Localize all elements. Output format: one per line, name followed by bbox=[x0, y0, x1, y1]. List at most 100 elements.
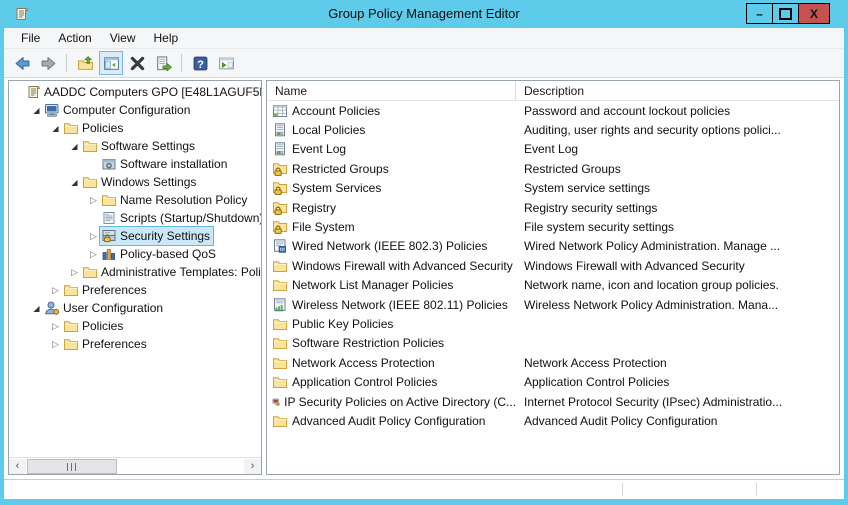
list-item-network-access-protection[interactable]: Network Access ProtectionNetwork Access … bbox=[267, 353, 839, 372]
list-item-name-cell[interactable]: Network List Manager Policies bbox=[267, 277, 516, 293]
list-item-restricted-groups[interactable]: Restricted GroupsRestricted Groups bbox=[267, 159, 839, 178]
list-item-public-key-policies[interactable]: Public Key Policies bbox=[267, 314, 839, 333]
tree-item-computer-configuration[interactable]: ◢Computer Configuration bbox=[9, 101, 261, 119]
tree-item-windows-settings[interactable]: ◢Windows Settings bbox=[9, 173, 261, 191]
list-item-ip-security-policies-on-active-directory-c[interactable]: IP Security Policies on Active Directory… bbox=[267, 392, 839, 411]
up-one-level-button[interactable] bbox=[73, 51, 97, 75]
list-item-windows-firewall-with-advanced-security[interactable]: Windows Firewall with Advanced SecurityW… bbox=[267, 256, 839, 275]
list-item-name-cell[interactable]: File System bbox=[267, 219, 516, 235]
expander-collapsed-icon[interactable]: ▷ bbox=[49, 321, 62, 332]
back-button[interactable] bbox=[10, 51, 34, 75]
list-item-name-cell[interactable]: Application Control Policies bbox=[267, 374, 516, 390]
tree-item-content[interactable]: Software Settings bbox=[81, 137, 198, 155]
list-item-file-system[interactable]: File SystemFile system security settings bbox=[267, 217, 839, 236]
list-item-account-policies[interactable]: Account PoliciesPassword and account loc… bbox=[267, 101, 839, 120]
list-item-advanced-audit-policy-configuration[interactable]: Advanced Audit Policy ConfigurationAdvan… bbox=[267, 411, 839, 430]
menu-file[interactable]: File bbox=[12, 29, 49, 47]
tree-item-policy-based-qos[interactable]: ▷Policy-based QoS bbox=[9, 245, 261, 263]
close-button[interactable]: X bbox=[798, 3, 830, 24]
list-item-wireless-network-ieee-802-11-policies[interactable]: Wireless Network (IEEE 802.11) PoliciesW… bbox=[267, 295, 839, 314]
expander-expanded-icon[interactable]: ◢ bbox=[68, 142, 81, 151]
list-item-application-control-policies[interactable]: Application Control PoliciesApplication … bbox=[267, 372, 839, 391]
list-item-name-cell[interactable]: Local Policies bbox=[267, 122, 516, 138]
tree-horizontal-scrollbar[interactable]: ‹ › bbox=[9, 457, 261, 474]
export-list-button[interactable] bbox=[151, 51, 175, 75]
menu-help[interactable]: Help bbox=[145, 29, 188, 47]
list-item-name-cell[interactable]: Account Policies bbox=[267, 103, 516, 119]
tree-item-content[interactable]: User Configuration bbox=[43, 299, 166, 317]
expander-collapsed-icon[interactable]: ▷ bbox=[87, 249, 100, 260]
tree-item-software-installation[interactable]: Software installation bbox=[9, 155, 261, 173]
list-item-wired-network-ieee-802-3-policies[interactable]: Wired Network (IEEE 802.3) PoliciesWired… bbox=[267, 237, 839, 256]
tree-item-scripts-startup-shutdown[interactable]: Scripts (Startup/Shutdown) bbox=[9, 209, 261, 227]
show-action-pane-button[interactable] bbox=[214, 51, 238, 75]
forward-button[interactable] bbox=[36, 51, 60, 75]
tree-item-content[interactable]: Name Resolution Policy bbox=[100, 191, 250, 209]
tree-item-software-settings[interactable]: ◢Software Settings bbox=[9, 137, 261, 155]
tree-item-content[interactable]: Administrative Templates: Policy bbox=[81, 263, 262, 281]
menu-action[interactable]: Action bbox=[49, 29, 100, 47]
list-item-event-log[interactable]: Event LogEvent Log bbox=[267, 140, 839, 159]
list-item-name-cell[interactable]: Network Access Protection bbox=[267, 355, 516, 371]
expander-collapsed-icon[interactable]: ▷ bbox=[49, 339, 62, 350]
list-item-local-policies[interactable]: Local PoliciesAuditing, user rights and … bbox=[267, 120, 839, 139]
expander-collapsed-icon[interactable]: ▷ bbox=[49, 285, 62, 296]
list-item-name-cell[interactable]: Advanced Audit Policy Configuration bbox=[267, 413, 516, 429]
tree-item-content[interactable]: Computer Configuration bbox=[43, 101, 193, 119]
list-item-name-cell[interactable]: Restricted Groups bbox=[267, 161, 516, 177]
expander-collapsed-icon[interactable]: ▷ bbox=[87, 231, 100, 242]
show-console-tree-button[interactable] bbox=[99, 51, 123, 75]
delete-button[interactable] bbox=[125, 51, 149, 75]
tree-item-aaddc-computers-gpo-e48l1aguf5ndc[interactable]: AADDC Computers GPO [E48L1AGUF5NDC bbox=[9, 83, 261, 101]
list-item-name-cell[interactable]: Windows Firewall with Advanced Security bbox=[267, 258, 516, 274]
expander-expanded-icon[interactable]: ◢ bbox=[30, 106, 43, 115]
column-header-name[interactable]: Name bbox=[267, 81, 516, 100]
scroll-thumb[interactable] bbox=[27, 459, 117, 474]
menu-view[interactable]: View bbox=[101, 29, 145, 47]
list-item-name-cell[interactable]: IP Security Policies on Active Directory… bbox=[267, 394, 516, 410]
help-button[interactable] bbox=[188, 51, 212, 75]
list-item-name-cell[interactable]: Wireless Network (IEEE 802.11) Policies bbox=[267, 297, 516, 313]
list-item-name-cell[interactable]: Software Restriction Policies bbox=[267, 335, 516, 351]
tree-item-policies[interactable]: ▷Policies bbox=[9, 317, 261, 335]
tree-item-preferences[interactable]: ▷Preferences bbox=[9, 335, 261, 353]
tree-item-content[interactable]: AADDC Computers GPO [E48L1AGUF5NDC bbox=[24, 83, 262, 101]
expander-expanded-icon[interactable]: ◢ bbox=[68, 178, 81, 187]
tree-item-content[interactable]: Preferences bbox=[62, 335, 150, 353]
title-bar[interactable]: Group Policy Management Editor – X bbox=[0, 0, 848, 28]
column-header-description[interactable]: Description bbox=[516, 81, 839, 100]
tree-item-user-configuration[interactable]: ◢User Configuration bbox=[9, 299, 261, 317]
scroll-left-button[interactable]: ‹ bbox=[9, 459, 26, 474]
tree-item-name-resolution-policy[interactable]: ▷Name Resolution Policy bbox=[9, 191, 261, 209]
expander-expanded-icon[interactable]: ◢ bbox=[30, 304, 43, 313]
tree-item-security-settings[interactable]: ▷Security Settings bbox=[9, 227, 261, 245]
list-item-name-cell[interactable]: Registry bbox=[267, 200, 516, 216]
tree-item-content[interactable]: Policies bbox=[62, 317, 126, 335]
help-icon bbox=[192, 55, 209, 72]
minimize-button[interactable]: – bbox=[746, 3, 773, 24]
maximize-button[interactable] bbox=[772, 3, 799, 24]
tree-item-content[interactable]: Policies bbox=[62, 119, 126, 137]
tree-item-preferences[interactable]: ▷Preferences bbox=[9, 281, 261, 299]
tree-item-content[interactable]: Policy-based QoS bbox=[100, 245, 219, 263]
tree-item-content[interactable]: Preferences bbox=[62, 281, 150, 299]
expander-expanded-icon[interactable]: ◢ bbox=[49, 124, 62, 133]
list-item-name-cell[interactable]: Wired Network (IEEE 802.3) Policies bbox=[267, 238, 516, 254]
tree-item-content[interactable]: Scripts (Startup/Shutdown) bbox=[100, 209, 262, 227]
tree-item-policies[interactable]: ◢Policies bbox=[9, 119, 261, 137]
list-item-software-restriction-policies[interactable]: Software Restriction Policies bbox=[267, 334, 839, 353]
list-item-description: Wireless Network Policy Administration. … bbox=[516, 298, 839, 312]
list-item-name-cell[interactable]: Event Log bbox=[267, 141, 516, 157]
tree-item-administrative-templates-policy[interactable]: ▷Administrative Templates: Policy bbox=[9, 263, 261, 281]
expander-collapsed-icon[interactable]: ▷ bbox=[68, 267, 81, 278]
list-item-name-cell[interactable]: System Services bbox=[267, 180, 516, 196]
expander-collapsed-icon[interactable]: ▷ bbox=[87, 195, 100, 206]
list-item-registry[interactable]: RegistryRegistry security settings bbox=[267, 198, 839, 217]
list-item-name-cell[interactable]: Public Key Policies bbox=[267, 316, 516, 332]
scroll-right-button[interactable]: › bbox=[244, 459, 261, 474]
selected-tree-item[interactable]: Security Settings bbox=[100, 227, 213, 245]
list-item-network-list-manager-policies[interactable]: Network List Manager PoliciesNetwork nam… bbox=[267, 276, 839, 295]
tree-item-content[interactable]: Software installation bbox=[100, 155, 230, 173]
list-item-system-services[interactable]: System ServicesSystem service settings bbox=[267, 179, 839, 198]
tree-item-content[interactable]: Windows Settings bbox=[81, 173, 199, 191]
